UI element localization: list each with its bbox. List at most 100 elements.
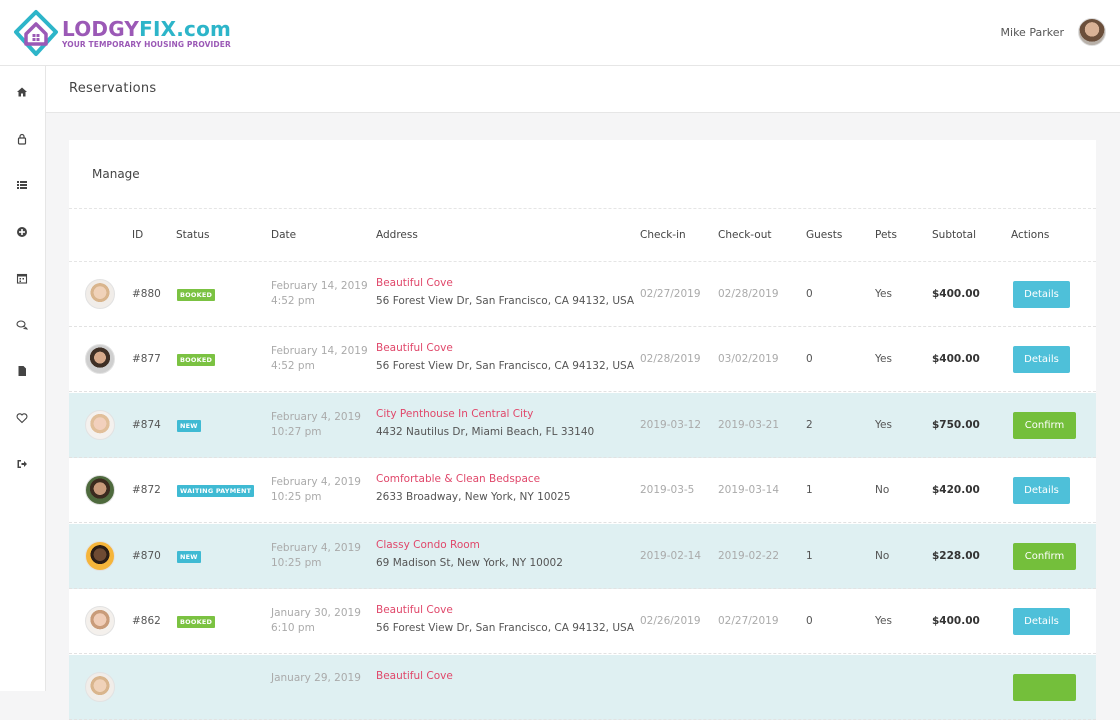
checkout-date: 2019-03-21 xyxy=(718,419,780,431)
calendar-icon[interactable] xyxy=(16,269,30,284)
pets-value: Yes xyxy=(875,288,892,300)
property-address: 56 Forest View Dr, San Francisco, CA 941… xyxy=(376,360,635,372)
brand-title-part-b: FIX.com xyxy=(139,16,232,41)
checkin-date: 02/27/2019 xyxy=(640,288,701,300)
checkout-date: 2019-02-22 xyxy=(718,550,780,562)
date-line: February 4, 2019 xyxy=(271,411,361,423)
subtotal-value: $400.00 xyxy=(932,288,980,300)
property-name-link[interactable]: Beautiful Cove xyxy=(376,342,453,354)
confirm-button[interactable] xyxy=(1013,674,1076,701)
details-button[interactable]: Details xyxy=(1013,281,1070,308)
property-name-link[interactable]: Beautiful Cove xyxy=(376,277,453,289)
details-button[interactable]: Details xyxy=(1013,346,1070,373)
reservation-id: #862 xyxy=(132,615,161,627)
user-name: Mike Parker xyxy=(1000,25,1064,39)
checkout-date: 2019-03-14 xyxy=(718,484,780,496)
brand-subtitle: YOUR TEMPORARY HOUSING PROVIDER xyxy=(62,39,231,49)
time-line: 10:25 pm xyxy=(271,557,322,569)
chat-icon[interactable] xyxy=(16,316,30,330)
page-titlebar: Reservations xyxy=(46,66,1120,113)
property-address: 56 Forest View Dr, San Francisco, CA 941… xyxy=(376,622,635,634)
confirm-button[interactable]: Confirm xyxy=(1013,412,1076,439)
house-logo-icon xyxy=(14,10,58,56)
property-address: 4432 Nautilus Dr, Miami Beach, FL 33140 xyxy=(376,426,595,438)
property-name-link[interactable]: Beautiful Cove xyxy=(376,670,453,682)
checkin-date: 02/26/2019 xyxy=(640,615,701,627)
brand-title-part-a: LODGY xyxy=(62,16,140,41)
user-avatar[interactable] xyxy=(1078,18,1106,46)
subtotal-value: $228.00 xyxy=(932,550,980,562)
reservation-date: January 29, 2019 xyxy=(271,671,361,686)
reservation-date: February 14, 2019 4:52 pm xyxy=(271,344,368,374)
table-row[interactable]: #877 BOOKED February 14, 2019 4:52 pm Bea… xyxy=(69,327,1096,392)
subtotal-value: $400.00 xyxy=(932,615,980,627)
details-button[interactable]: Details xyxy=(1013,608,1070,635)
checkin-date: 02/28/2019 xyxy=(640,353,701,365)
reservation-id: #872 xyxy=(132,484,161,496)
property-address: 2633 Broadway, New York, NY 10025 xyxy=(376,491,571,503)
property-name-link[interactable]: City Penthouse In Central City xyxy=(376,408,533,420)
status-badge: NEW xyxy=(177,551,201,563)
date-line: February 4, 2019 xyxy=(271,542,361,554)
col-checkout: Check-out xyxy=(718,229,772,241)
sign-out-icon[interactable] xyxy=(16,455,30,469)
subtotal-value: $750.00 xyxy=(932,419,980,431)
time-line: 10:25 pm xyxy=(271,491,322,503)
sidebar xyxy=(0,66,46,691)
file-icon[interactable] xyxy=(16,362,30,376)
pets-value: No xyxy=(875,484,890,496)
table-row[interactable]: #874 NEW February 4, 2019 10:27 pm City P… xyxy=(69,393,1096,458)
checkin-date: 2019-03-12 xyxy=(640,419,702,431)
reservation-date: February 4, 2019 10:27 pm xyxy=(271,410,361,440)
subtotal-value: $420.00 xyxy=(932,484,980,496)
brand-logo[interactable]: LODGYFIX.com YOUR TEMPORARY HOUSING PROV… xyxy=(12,8,231,58)
table-row[interactable]: #880 BOOKED February 14, 2019 4:52 pm Bea… xyxy=(69,262,1096,327)
confirm-button[interactable]: Confirm xyxy=(1013,543,1076,570)
checkout-date: 02/28/2019 xyxy=(718,288,779,300)
col-subtotal: Subtotal xyxy=(932,229,976,241)
reservation-id: #870 xyxy=(132,550,161,562)
property-name-link[interactable]: Beautiful Cove xyxy=(376,604,453,616)
guests-count: 0 xyxy=(806,615,813,627)
reservations-card: Manage ID Status Date Address Check-in C… xyxy=(69,140,1096,720)
checkin-date: 2019-03-5 xyxy=(640,484,695,496)
property-address: 69 Madison St, New York, NY 10002 xyxy=(376,557,563,569)
guest-avatar xyxy=(85,279,115,309)
guest-avatar xyxy=(85,606,115,636)
col-guests: Guests xyxy=(806,229,843,241)
time-line: 10:27 pm xyxy=(271,426,322,438)
pets-value: Yes xyxy=(875,419,892,431)
date-line: January 29, 2019 xyxy=(271,672,361,684)
reservation-date: February 4, 2019 10:25 pm xyxy=(271,541,361,571)
reservation-id: #877 xyxy=(132,353,161,365)
table-row[interactable]: January 29, 2019 Beautiful Cove xyxy=(69,655,1096,720)
status-badge: BOOKED xyxy=(177,289,216,301)
reservation-date: February 14, 2019 4:52 pm xyxy=(271,279,368,309)
pets-value: Yes xyxy=(875,353,892,365)
col-status: Status xyxy=(176,229,210,241)
heart-icon[interactable] xyxy=(16,409,30,424)
time-line: 4:52 pm xyxy=(271,360,315,372)
property-name-link[interactable]: Classy Condo Room xyxy=(376,539,480,551)
guest-avatar xyxy=(85,344,115,374)
checkout-date: 02/27/2019 xyxy=(718,615,779,627)
plus-circle-icon[interactable] xyxy=(16,223,30,237)
user-menu[interactable]: Mike Parker xyxy=(1001,18,1106,46)
table-row[interactable]: #862 BOOKED January 30, 2019 6:10 pm Beau… xyxy=(69,589,1096,654)
home-icon[interactable] xyxy=(16,83,30,97)
checkin-date: 2019-02-14 xyxy=(640,550,702,562)
table-row[interactable]: #870 NEW February 4, 2019 10:25 pm Classy… xyxy=(69,524,1096,589)
col-pets: Pets xyxy=(875,229,898,241)
list-icon[interactable] xyxy=(16,176,30,190)
brand-title: LODGYFIX.com xyxy=(62,18,231,40)
guests-count: 0 xyxy=(806,288,813,300)
col-address: Address xyxy=(376,229,418,241)
table-row[interactable]: #872 WAITING PAYMENT February 4, 2019 10:… xyxy=(69,458,1096,523)
property-name-link[interactable]: Comfortable & Clean Bedspace xyxy=(376,473,540,485)
details-button[interactable]: Details xyxy=(1013,477,1070,504)
col-checkin: Check-in xyxy=(640,229,686,241)
lock-icon[interactable] xyxy=(16,130,30,145)
pets-value: Yes xyxy=(875,615,892,627)
date-line: February 14, 2019 xyxy=(271,345,368,357)
card-title: Manage xyxy=(92,167,140,181)
